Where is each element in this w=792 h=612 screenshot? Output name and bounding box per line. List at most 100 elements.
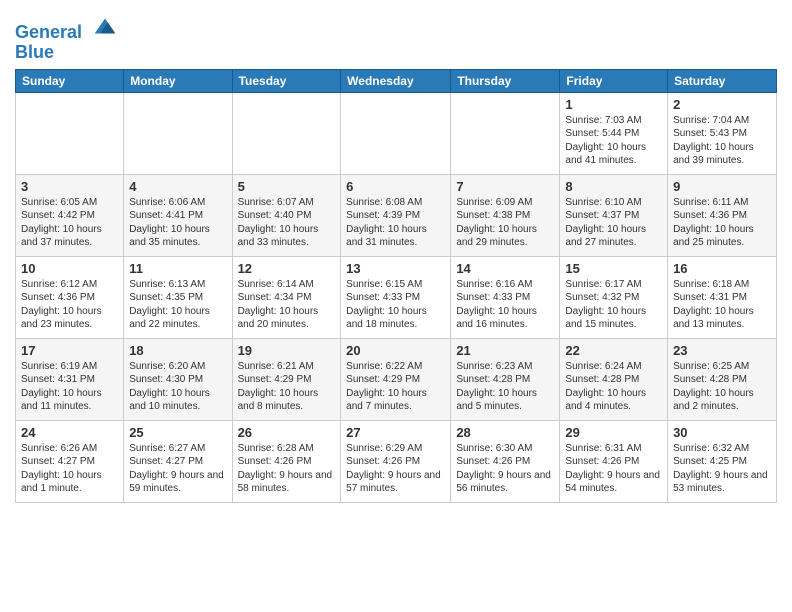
day-number: 28: [456, 425, 554, 440]
day-info: Sunrise: 6:12 AM Sunset: 4:36 PM Dayligh…: [21, 278, 118, 332]
calendar-cell: 19 Sunrise: 6:21 AM Sunset: 4:29 PM Dayli…: [232, 338, 341, 420]
day-number: 16: [673, 261, 771, 276]
day-info: Sunrise: 6:29 AM Sunset: 4:26 PM Dayligh…: [346, 442, 445, 496]
day-info: Sunrise: 6:10 AM Sunset: 4:37 PM Dayligh…: [565, 196, 662, 250]
calendar-cell: 9 Sunrise: 6:11 AM Sunset: 4:36 PM Daylig…: [668, 174, 777, 256]
calendar-cell: [341, 92, 451, 174]
calendar-cell: 29Sunrise: 6:31 AM Sunset: 4:26 PM Dayli…: [560, 420, 668, 502]
calendar-cell: 16 Sunrise: 6:18 AM Sunset: 4:31 PM Dayli…: [668, 256, 777, 338]
calendar-cell: 22Sunrise: 6:24 AM Sunset: 4:28 PM Dayli…: [560, 338, 668, 420]
calendar-week-row: 3 Sunrise: 6:05 AM Sunset: 4:42 PM Daylig…: [16, 174, 777, 256]
day-info: Sunrise: 6:18 AM Sunset: 4:31 PM Dayligh…: [673, 278, 771, 332]
calendar-week-row: 24 Sunrise: 6:26 AM Sunset: 4:27 PM Dayli…: [16, 420, 777, 502]
day-number: 24: [21, 425, 118, 440]
calendar-cell: 13Sunrise: 6:15 AM Sunset: 4:33 PM Dayli…: [341, 256, 451, 338]
day-number: 21: [456, 343, 554, 358]
day-info: Sunrise: 6:21 AM Sunset: 4:29 PM Dayligh…: [238, 360, 336, 414]
day-number: 11: [129, 261, 226, 276]
day-info: Sunrise: 6:27 AM Sunset: 4:27 PM Dayligh…: [129, 442, 226, 496]
logo-icon: [91, 14, 119, 38]
day-number: 10: [21, 261, 118, 276]
day-info: Sunrise: 6:09 AM Sunset: 4:38 PM Dayligh…: [456, 196, 554, 250]
day-info: Sunrise: 6:28 AM Sunset: 4:26 PM Dayligh…: [238, 442, 336, 496]
day-info: Sunrise: 6:11 AM Sunset: 4:36 PM Dayligh…: [673, 196, 771, 250]
calendar-cell: 2 Sunrise: 7:04 AM Sunset: 5:43 PM Daylig…: [668, 92, 777, 174]
calendar-cell: [451, 92, 560, 174]
day-info: Sunrise: 6:14 AM Sunset: 4:34 PM Dayligh…: [238, 278, 336, 332]
day-number: 26: [238, 425, 336, 440]
day-number: 2: [673, 97, 771, 112]
day-of-week-header: Thursday: [451, 69, 560, 92]
calendar-cell: 7 Sunrise: 6:09 AM Sunset: 4:38 PM Daylig…: [451, 174, 560, 256]
calendar-cell: 18 Sunrise: 6:20 AM Sunset: 4:30 PM Dayli…: [124, 338, 232, 420]
day-number: 22: [565, 343, 662, 358]
day-info: Sunrise: 6:32 AM Sunset: 4:25 PM Dayligh…: [673, 442, 771, 496]
day-number: 4: [129, 179, 226, 194]
calendar-week-row: 1 Sunrise: 7:03 AM Sunset: 5:44 PM Daylig…: [16, 92, 777, 174]
day-number: 23: [673, 343, 771, 358]
calendar-cell: 21 Sunrise: 6:23 AM Sunset: 4:28 PM Dayli…: [451, 338, 560, 420]
calendar-cell: 27 Sunrise: 6:29 AM Sunset: 4:26 PM Dayli…: [341, 420, 451, 502]
calendar-cell: 23 Sunrise: 6:25 AM Sunset: 4:28 PM Dayli…: [668, 338, 777, 420]
day-number: 7: [456, 179, 554, 194]
day-info: Sunrise: 6:16 AM Sunset: 4:33 PM Dayligh…: [456, 278, 554, 332]
day-number: 27: [346, 425, 445, 440]
day-number: 9: [673, 179, 771, 194]
day-info: Sunrise: 6:20 AM Sunset: 4:30 PM Dayligh…: [129, 360, 226, 414]
day-info: Sunrise: 7:04 AM Sunset: 5:43 PM Dayligh…: [673, 114, 771, 168]
day-info: Sunrise: 6:06 AM Sunset: 4:41 PM Dayligh…: [129, 196, 226, 250]
day-number: 19: [238, 343, 336, 358]
day-info: Sunrise: 6:08 AM Sunset: 4:39 PM Dayligh…: [346, 196, 445, 250]
calendar-cell: 14 Sunrise: 6:16 AM Sunset: 4:33 PM Dayli…: [451, 256, 560, 338]
day-of-week-header: Sunday: [16, 69, 124, 92]
calendar-cell: 10 Sunrise: 6:12 AM Sunset: 4:36 PM Dayli…: [16, 256, 124, 338]
day-number: 3: [21, 179, 118, 194]
day-info: Sunrise: 6:07 AM Sunset: 4:40 PM Dayligh…: [238, 196, 336, 250]
calendar-cell: 26 Sunrise: 6:28 AM Sunset: 4:26 PM Dayli…: [232, 420, 341, 502]
calendar: SundayMondayTuesdayWednesdayThursdayFrid…: [15, 69, 777, 503]
day-number: 20: [346, 343, 445, 358]
day-info: Sunrise: 6:19 AM Sunset: 4:31 PM Dayligh…: [21, 360, 118, 414]
day-number: 25: [129, 425, 226, 440]
day-info: Sunrise: 6:30 AM Sunset: 4:26 PM Dayligh…: [456, 442, 554, 496]
calendar-week-row: 10 Sunrise: 6:12 AM Sunset: 4:36 PM Dayli…: [16, 256, 777, 338]
day-number: 1: [565, 97, 662, 112]
day-info: Sunrise: 6:22 AM Sunset: 4:29 PM Dayligh…: [346, 360, 445, 414]
logo-text: General: [15, 14, 119, 43]
day-info: Sunrise: 7:03 AM Sunset: 5:44 PM Dayligh…: [565, 114, 662, 168]
day-info: Sunrise: 6:25 AM Sunset: 4:28 PM Dayligh…: [673, 360, 771, 414]
day-of-week-header: Wednesday: [341, 69, 451, 92]
day-of-week-header: Friday: [560, 69, 668, 92]
calendar-cell: [232, 92, 341, 174]
calendar-cell: 24 Sunrise: 6:26 AM Sunset: 4:27 PM Dayli…: [16, 420, 124, 502]
calendar-cell: 1 Sunrise: 7:03 AM Sunset: 5:44 PM Daylig…: [560, 92, 668, 174]
calendar-cell: 15Sunrise: 6:17 AM Sunset: 4:32 PM Dayli…: [560, 256, 668, 338]
day-of-week-header: Saturday: [668, 69, 777, 92]
day-number: 5: [238, 179, 336, 194]
day-number: 14: [456, 261, 554, 276]
calendar-cell: 11 Sunrise: 6:13 AM Sunset: 4:35 PM Dayli…: [124, 256, 232, 338]
day-info: Sunrise: 6:15 AM Sunset: 4:33 PM Dayligh…: [346, 278, 445, 332]
calendar-week-row: 17Sunrise: 6:19 AM Sunset: 4:31 PM Dayli…: [16, 338, 777, 420]
calendar-cell: 28 Sunrise: 6:30 AM Sunset: 4:26 PM Dayli…: [451, 420, 560, 502]
calendar-cell: 4 Sunrise: 6:06 AM Sunset: 4:41 PM Daylig…: [124, 174, 232, 256]
calendar-cell: 5 Sunrise: 6:07 AM Sunset: 4:40 PM Daylig…: [232, 174, 341, 256]
calendar-cell: [124, 92, 232, 174]
calendar-cell: 20 Sunrise: 6:22 AM Sunset: 4:29 PM Dayli…: [341, 338, 451, 420]
day-info: Sunrise: 6:31 AM Sunset: 4:26 PM Dayligh…: [565, 442, 662, 496]
day-info: Sunrise: 6:05 AM Sunset: 4:42 PM Dayligh…: [21, 196, 118, 250]
calendar-cell: 25 Sunrise: 6:27 AM Sunset: 4:27 PM Dayli…: [124, 420, 232, 502]
day-info: Sunrise: 6:13 AM Sunset: 4:35 PM Dayligh…: [129, 278, 226, 332]
calendar-cell: 6Sunrise: 6:08 AM Sunset: 4:39 PM Daylig…: [341, 174, 451, 256]
calendar-cell: 30Sunrise: 6:32 AM Sunset: 4:25 PM Dayli…: [668, 420, 777, 502]
day-of-week-header: Monday: [124, 69, 232, 92]
day-number: 18: [129, 343, 226, 358]
page: General Blue SundayMonda: [0, 0, 792, 513]
day-info: Sunrise: 6:26 AM Sunset: 4:27 PM Dayligh…: [21, 442, 118, 496]
calendar-cell: 17Sunrise: 6:19 AM Sunset: 4:31 PM Dayli…: [16, 338, 124, 420]
calendar-cell: 3 Sunrise: 6:05 AM Sunset: 4:42 PM Daylig…: [16, 174, 124, 256]
day-of-week-header: Tuesday: [232, 69, 341, 92]
logo: General Blue: [15, 14, 119, 63]
calendar-cell: 12Sunrise: 6:14 AM Sunset: 4:34 PM Dayli…: [232, 256, 341, 338]
day-info: Sunrise: 6:23 AM Sunset: 4:28 PM Dayligh…: [456, 360, 554, 414]
